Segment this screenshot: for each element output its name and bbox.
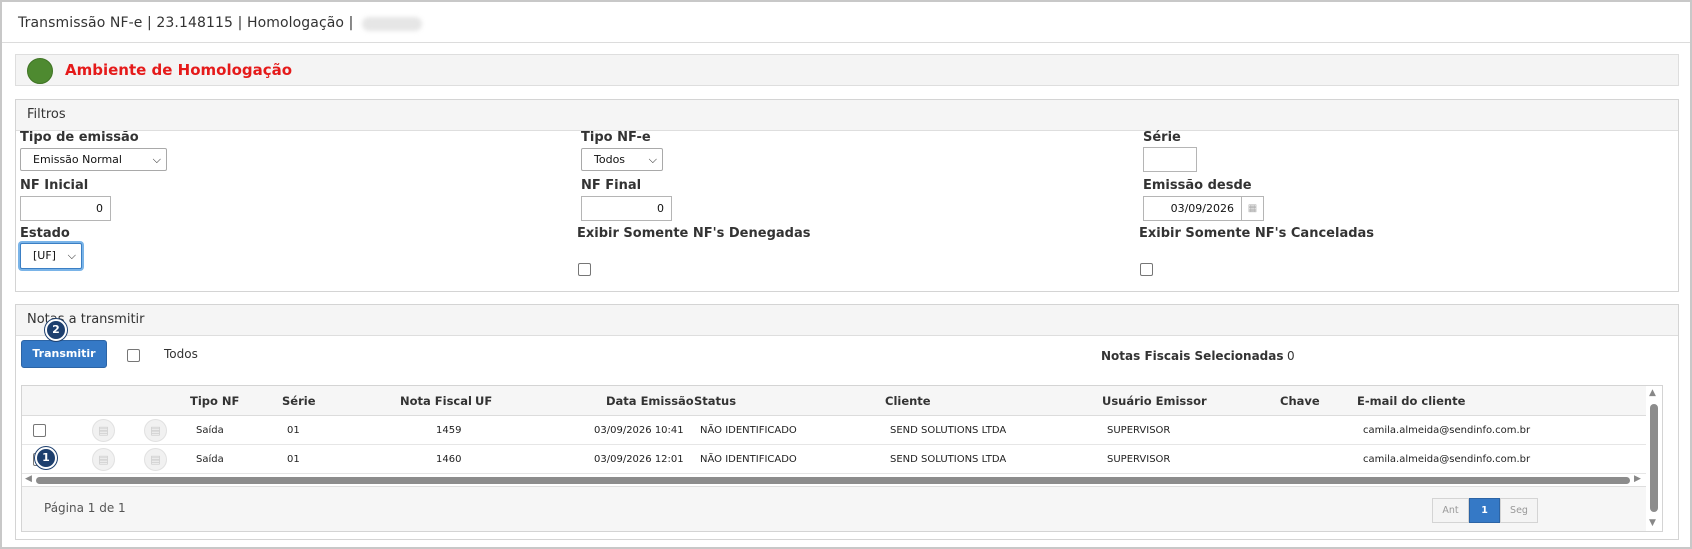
environment-banner: Ambiente de Homologação: [15, 54, 1679, 86]
cell-nota-fiscal: 1460: [436, 454, 462, 465]
scroll-right-icon[interactable]: ▶: [1634, 474, 1641, 484]
cell-nota-fiscal: 1459: [436, 425, 462, 436]
somente-denegadas-checkbox[interactable]: [578, 263, 591, 276]
prev-page-button[interactable]: Ant: [1432, 498, 1469, 523]
serie-label: Série: [1143, 130, 1181, 145]
next-page-button[interactable]: Seg: [1500, 498, 1538, 523]
col-chave[interactable]: Chave: [1280, 394, 1320, 408]
pdf-icon[interactable]: ▤: [144, 448, 167, 471]
tipo-nfe-select[interactable]: Todos ⌵: [581, 148, 663, 171]
somente-denegadas-label: Exibir Somente NF's Denegadas: [577, 226, 811, 241]
col-serie[interactable]: Série: [282, 394, 316, 408]
grid-header: Tipo NF Série Nota Fiscal UF Data Emissã…: [22, 386, 1646, 416]
selected-notes-count: 0: [1287, 349, 1295, 363]
cell-usuario-emissor: SUPERVISOR: [1107, 454, 1171, 465]
selected-notes-label: Notas Fiscais Selecionadas: [1101, 349, 1284, 363]
cell-cliente: SEND SOLUTIONS LTDA: [890, 454, 1007, 465]
cell-data-emissao: 03/09/2026 10:41: [594, 425, 684, 436]
estado-select[interactable]: [UF] ⌵: [20, 243, 82, 269]
redacted-title-segment: [362, 17, 422, 31]
cell-data-emissao: 03/09/2026 12:01: [594, 454, 684, 465]
cell-usuario-emissor: SUPERVISOR: [1107, 425, 1171, 436]
estado-label: Estado: [20, 226, 70, 241]
chevron-down-icon: ⌵: [67, 249, 76, 262]
app-window: Transmissão NF-e | 23.148115 | Homologaç…: [0, 0, 1692, 549]
cell-email-cliente: camila.almeida@sendinfo.com.br: [1363, 454, 1531, 465]
nf-final-label: NF Final: [581, 178, 642, 193]
col-email-cliente[interactable]: E-mail do cliente: [1357, 394, 1465, 408]
vertical-scrollbar[interactable]: ▲ ▼: [1646, 386, 1662, 531]
scroll-left-icon[interactable]: ◀: [25, 474, 32, 484]
environment-status-indicator: [27, 58, 53, 84]
step-1-badge: 1: [35, 447, 57, 469]
scroll-up-icon[interactable]: ▲: [1649, 388, 1656, 398]
calendar-icon[interactable]: ▦: [1242, 196, 1264, 221]
title-bar: Transmissão NF-e | 23.148115 | Homologaç…: [2, 2, 1690, 43]
col-usuario-emissor[interactable]: Usuário Emissor: [1102, 394, 1207, 408]
notes-grid: Tipo NF Série Nota Fiscal UF Data Emissã…: [21, 385, 1663, 532]
estado-value: [UF]: [33, 249, 56, 262]
nf-inicial-label: NF Inicial: [20, 178, 89, 193]
page-indicator: Página 1 de 1: [44, 501, 126, 515]
cell-serie: 01: [287, 454, 300, 465]
col-data-emissao[interactable]: Data Emissão: [606, 394, 694, 408]
cell-status: NÃO IDENTIFICADO: [700, 425, 797, 436]
transmit-button[interactable]: Transmitir: [21, 340, 107, 368]
cell-serie: 01: [287, 425, 300, 436]
todos-label: Todos: [164, 347, 198, 361]
col-cliente[interactable]: Cliente: [885, 394, 931, 408]
serie-input[interactable]: [1143, 147, 1197, 172]
col-status[interactable]: Status: [694, 394, 736, 408]
tipo-emissao-select[interactable]: Emissão Normal ⌵: [20, 148, 167, 171]
col-nota-fiscal[interactable]: Nota Fiscal: [400, 394, 472, 408]
somente-canceladas-checkbox[interactable]: [1140, 263, 1153, 276]
current-page-button[interactable]: 1: [1469, 498, 1500, 523]
vertical-scroll-thumb[interactable]: [1650, 404, 1658, 512]
document-icon[interactable]: ▤: [92, 419, 115, 442]
filters-panel-title: Filtros: [16, 100, 1678, 131]
col-uf[interactable]: UF: [475, 394, 492, 408]
window-title: Transmissão NF-e | 23.148115 | Homologaç…: [18, 15, 354, 31]
horizontal-scroll-thumb[interactable]: [36, 477, 1630, 484]
environment-label: Ambiente de Homologação: [65, 61, 293, 79]
step-2-badge: 2: [45, 319, 67, 341]
emissao-desde-input[interactable]: 03/09/2026: [1143, 196, 1242, 221]
nf-inicial-input[interactable]: 0: [20, 196, 111, 221]
filters-panel: Filtros Tipo de emissão Emissão Normal ⌵…: [15, 99, 1679, 292]
scroll-down-icon[interactable]: ▼: [1649, 518, 1656, 528]
chevron-down-icon: ⌵: [648, 153, 657, 166]
nf-final-input[interactable]: 0: [581, 196, 672, 221]
somente-canceladas-label: Exibir Somente NF's Canceladas: [1139, 226, 1375, 241]
col-tipo-nf[interactable]: Tipo NF: [190, 394, 239, 408]
horizontal-scrollbar[interactable]: ◀ ▶: [22, 474, 1646, 486]
table-row[interactable]: ▤ ▤ Saída 01 1460 03/09/2026 12:01 NÃO I…: [22, 445, 1646, 474]
cell-cliente: SEND SOLUTIONS LTDA: [890, 425, 1007, 436]
tipo-nfe-value: Todos: [594, 153, 626, 166]
notas-panel: Notas a transmitir Transmitir 2 Todos No…: [15, 304, 1679, 540]
document-icon[interactable]: ▤: [92, 448, 115, 471]
notas-panel-title: Notas a transmitir: [16, 305, 1678, 336]
cell-status: NÃO IDENTIFICADO: [700, 454, 797, 465]
chevron-down-icon: ⌵: [152, 153, 161, 166]
tipo-emissao-value: Emissão Normal: [33, 153, 122, 166]
cell-tipo-nf: Saída: [196, 425, 224, 436]
pdf-icon[interactable]: ▤: [144, 419, 167, 442]
tipo-emissao-label: Tipo de emissão: [20, 130, 139, 145]
table-row[interactable]: ▤ ▤ Saída 01 1459 03/09/2026 10:41 NÃO I…: [22, 416, 1646, 445]
row-checkbox[interactable]: [33, 424, 46, 437]
tipo-nfe-label: Tipo NF-e: [581, 130, 651, 145]
cell-email-cliente: camila.almeida@sendinfo.com.br: [1363, 425, 1531, 436]
select-all-checkbox[interactable]: [127, 349, 140, 362]
emissao-desde-label: Emissão desde: [1143, 178, 1252, 193]
grid-footer: Página 1 de 1 Ant 1 Seg: [22, 486, 1646, 531]
cell-tipo-nf: Saída: [196, 454, 224, 465]
